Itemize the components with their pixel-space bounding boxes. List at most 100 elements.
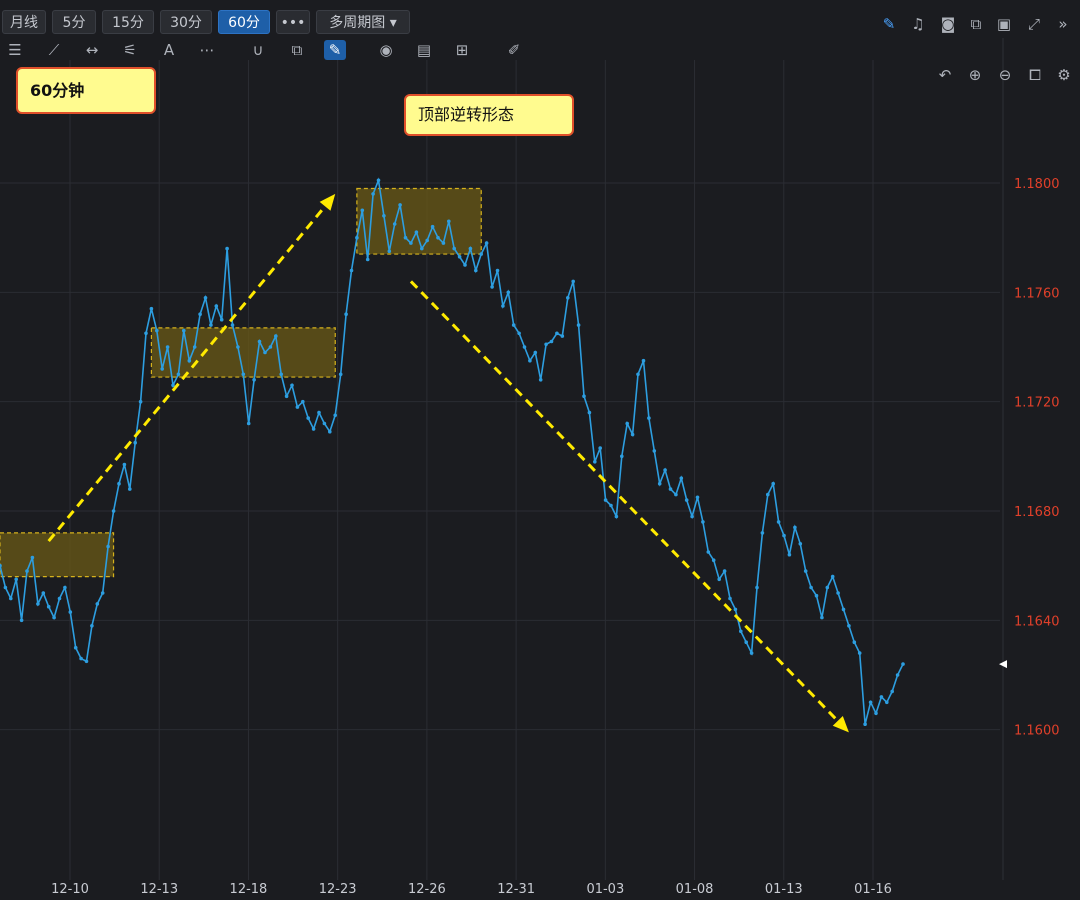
price-point bbox=[690, 514, 694, 519]
price-point bbox=[268, 345, 273, 349]
period-15min-button[interactable]: 15分 bbox=[102, 10, 154, 34]
y-tick-label: 1.1680 bbox=[1014, 505, 1060, 520]
trend-arrow-down bbox=[409, 280, 839, 722]
edit-icon[interactable]: ✎ bbox=[878, 14, 900, 34]
price-point bbox=[155, 328, 159, 333]
price-point bbox=[138, 399, 143, 404]
price-point bbox=[365, 257, 370, 262]
price-point bbox=[376, 178, 381, 183]
price-point bbox=[425, 238, 430, 243]
text-icon[interactable]: A bbox=[158, 40, 180, 60]
more-periods-button[interactable]: ••• bbox=[276, 10, 310, 34]
price-point bbox=[328, 429, 332, 434]
price-point bbox=[317, 410, 321, 415]
price-point bbox=[355, 235, 359, 240]
period-30min-button[interactable]: 30分 bbox=[160, 10, 212, 34]
price-point bbox=[25, 569, 29, 573]
price-point bbox=[420, 246, 424, 251]
price-point bbox=[879, 695, 884, 699]
y-tick-label: 1.1760 bbox=[1014, 286, 1060, 301]
price-point bbox=[144, 331, 148, 336]
price-point bbox=[209, 323, 213, 327]
consolidation-zone bbox=[0, 532, 115, 578]
price-point bbox=[587, 410, 592, 415]
price-point bbox=[874, 711, 878, 716]
price-point bbox=[776, 520, 781, 524]
period-60min-button[interactable]: 60分 bbox=[218, 10, 270, 34]
price-point bbox=[798, 542, 803, 546]
price-point bbox=[814, 593, 819, 598]
price-point bbox=[549, 339, 554, 344]
period-5min-button[interactable]: 5分 bbox=[52, 10, 96, 34]
monitor-icon[interactable]: ▣ bbox=[993, 14, 1015, 34]
price-point bbox=[609, 503, 613, 508]
price-point bbox=[387, 249, 392, 254]
price-point bbox=[441, 241, 446, 245]
price-point bbox=[41, 591, 46, 595]
price-point bbox=[755, 585, 759, 590]
drawing-mode-icon[interactable]: ☰ bbox=[4, 40, 26, 60]
price-point bbox=[836, 591, 840, 595]
price-point bbox=[68, 610, 73, 614]
range-icon[interactable]: ↔ bbox=[81, 40, 103, 60]
magnet-icon[interactable]: ∪ bbox=[247, 40, 269, 60]
undo-icon[interactable]: ↶ bbox=[934, 65, 956, 85]
price-point bbox=[620, 454, 624, 459]
price-point bbox=[652, 449, 657, 453]
price-point bbox=[722, 569, 727, 573]
price-point bbox=[230, 323, 235, 327]
price-point bbox=[338, 372, 343, 377]
crop-icon[interactable]: ⧠ bbox=[1024, 65, 1046, 85]
price-point bbox=[711, 558, 716, 562]
price-point bbox=[344, 312, 348, 317]
x-tick-label: 12-26 bbox=[408, 882, 446, 897]
price-point bbox=[576, 323, 581, 327]
ray-icon[interactable]: ⟋ bbox=[43, 40, 65, 60]
price-point bbox=[322, 421, 327, 426]
zoom-out-icon[interactable]: ⊖ bbox=[994, 65, 1016, 85]
price-point bbox=[803, 569, 808, 573]
price-point bbox=[490, 285, 494, 289]
price-point bbox=[100, 591, 105, 595]
price-point bbox=[252, 378, 256, 382]
price-point bbox=[847, 624, 851, 628]
price-point bbox=[160, 367, 164, 371]
price-point bbox=[192, 345, 197, 349]
layers-icon[interactable]: ⧉ bbox=[286, 40, 308, 60]
price-point bbox=[852, 640, 857, 644]
price-point bbox=[274, 334, 278, 338]
window-icon[interactable]: ⧉ bbox=[965, 14, 987, 34]
price-point bbox=[430, 224, 435, 229]
settings-icon[interactable]: ⚙ bbox=[1053, 65, 1075, 85]
x-tick-label: 01-16 bbox=[854, 882, 892, 897]
zoom-in-icon[interactable]: ⊕ bbox=[964, 65, 986, 85]
price-point bbox=[533, 350, 538, 355]
price-point bbox=[165, 345, 170, 349]
fullscreen-icon[interactable]: ⤢ bbox=[1023, 14, 1045, 34]
x-tick-label: 01-08 bbox=[676, 882, 714, 897]
pen-icon[interactable]: ✎ bbox=[324, 40, 346, 60]
price-point bbox=[392, 222, 397, 226]
grid-icon[interactable]: ⊞ bbox=[451, 40, 473, 60]
eye-icon[interactable]: ◉ bbox=[375, 40, 397, 60]
price-point bbox=[766, 492, 770, 497]
price-point bbox=[885, 700, 889, 705]
price-point bbox=[728, 596, 732, 601]
price-point bbox=[187, 358, 192, 363]
price-point bbox=[360, 208, 365, 213]
price-point bbox=[841, 607, 846, 612]
camera-icon[interactable]: ◙ bbox=[937, 14, 959, 34]
price-point bbox=[398, 203, 402, 207]
expand-right-icon[interactable]: » bbox=[1052, 14, 1074, 34]
price-point bbox=[30, 555, 35, 560]
bell-icon[interactable]: ♫ bbox=[907, 14, 929, 34]
trash-icon[interactable]: ▤ bbox=[413, 40, 435, 60]
more-tools-icon[interactable]: ⋯ bbox=[196, 40, 218, 60]
period-monthly-button[interactable]: 月线 bbox=[2, 10, 46, 34]
price-point bbox=[787, 552, 792, 557]
price-point bbox=[122, 462, 127, 467]
price-point bbox=[241, 372, 246, 377]
ruler-icon[interactable]: ✐ bbox=[503, 40, 525, 60]
fib-fan-icon[interactable]: ⚟ bbox=[119, 40, 141, 60]
multi-period-dropdown[interactable]: 多周期图 ▾ bbox=[316, 10, 410, 34]
